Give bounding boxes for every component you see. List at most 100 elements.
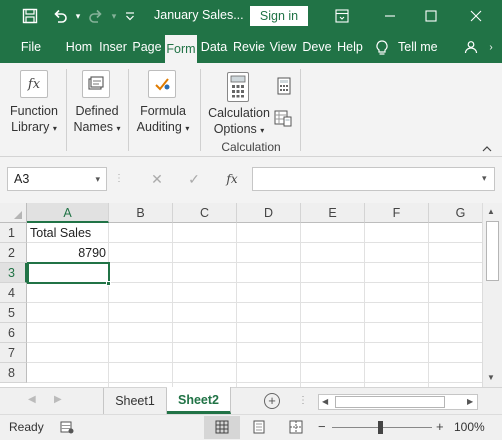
page-break-view-icon[interactable] (289, 420, 303, 434)
row-header-7[interactable]: 7 (0, 343, 27, 363)
vertical-scroll-thumb[interactable] (486, 221, 499, 281)
tab-formulas[interactable]: Form (165, 35, 197, 63)
normal-view-button[interactable] (204, 416, 240, 439)
next-sheet-icon[interactable]: ▶ (54, 394, 62, 405)
calculation-options-button[interactable]: Calculation Options ▾ (206, 105, 272, 139)
cell-a3-selected[interactable] (27, 262, 110, 284)
scroll-down-icon[interactable]: ▼ (487, 373, 495, 382)
cancel-entry-icon[interactable]: ✕ (148, 169, 166, 189)
function-library-button[interactable]: Function Library ▾ (4, 103, 64, 137)
page-layout-view-icon[interactable] (252, 420, 266, 434)
tab-help[interactable]: Help (335, 32, 365, 63)
zoom-slider-thumb[interactable] (378, 421, 383, 434)
chevron-down-icon: ▾ (185, 124, 190, 133)
cell-a1[interactable]: Total Sales (27, 223, 109, 243)
tab-home[interactable]: Hom (62, 32, 96, 63)
column-header-b[interactable]: B (109, 203, 173, 223)
tab-data[interactable]: Data (199, 32, 229, 63)
name-box-dropdown-icon[interactable]: ▾ (95, 168, 100, 190)
sheet-tabs-bar: ◀ ▶ Sheet1 Sheet2 + ⋮ ◀ ▶ (0, 387, 502, 414)
row-header-2[interactable]: 2 (0, 243, 27, 263)
zoom-out-button[interactable]: − (318, 419, 326, 434)
horizontal-scroll-thumb[interactable] (335, 396, 445, 408)
scroll-right-icon[interactable]: ▶ (467, 397, 473, 406)
calculate-now-icon[interactable] (276, 77, 292, 95)
ribbon-divider (200, 69, 201, 151)
scroll-left-icon[interactable]: ◀ (322, 397, 328, 406)
close-icon[interactable] (466, 6, 486, 26)
calculation-group-label: Calculation (221, 140, 281, 154)
tell-me-search[interactable]: Tell me (398, 32, 450, 63)
tab-view[interactable]: View (268, 32, 298, 63)
redo-icon[interactable] (86, 6, 106, 26)
formula-input[interactable] (252, 167, 495, 191)
save-icon[interactable] (20, 6, 40, 26)
vertical-scrollbar[interactable]: ▲ ▼ (482, 203, 502, 387)
confirm-entry-icon[interactable]: ✓ (185, 169, 203, 189)
maximize-icon[interactable] (421, 6, 441, 26)
formula-auditing-button[interactable]: Formula Auditing ▾ (130, 103, 196, 137)
prev-sheet-icon[interactable]: ◀ (28, 394, 36, 405)
name-manager-icon[interactable] (82, 70, 110, 98)
zoom-in-button[interactable]: + (436, 419, 444, 434)
share-icon[interactable] (462, 32, 480, 63)
tab-review[interactable]: Revie (232, 32, 266, 63)
tab-page-layout[interactable]: Page (132, 32, 162, 63)
macro-record-icon[interactable] (60, 420, 74, 434)
customize-icon[interactable] (120, 6, 140, 26)
formula-auditing-icon[interactable] (148, 70, 176, 98)
tab-insert[interactable]: Inser (98, 32, 128, 63)
row-header-4[interactable]: 4 (0, 283, 27, 303)
undo-icon[interactable] (50, 6, 70, 26)
chevron-down-icon: ▾ (260, 126, 265, 135)
undo-dropdown-icon[interactable]: ▾ (68, 6, 88, 26)
window-title: January Sales... (154, 8, 244, 22)
expand-formula-bar-icon[interactable]: ▾ (482, 173, 487, 184)
column-header-c[interactable]: C (173, 203, 237, 223)
column-header-g[interactable]: G (429, 203, 482, 223)
defined-names-button[interactable]: Defined Names ▾ (68, 103, 126, 137)
ribbon-divider (300, 69, 301, 151)
row-header-5[interactable]: 5 (0, 303, 27, 323)
minimize-icon[interactable] (380, 6, 400, 26)
title-bar: ▾ ▾ January Sales... Sign in (0, 0, 502, 32)
column-header-a[interactable]: A (27, 203, 109, 223)
ribbon-formulas: fx Function Library ▾ Defined Names ▾ Fo… (0, 63, 502, 157)
worksheet-grid[interactable]: A B C D E F G 1 2 3 4 5 6 7 8 Total Sale… (0, 203, 482, 387)
chevron-down-icon: ▾ (52, 124, 57, 133)
column-header-d[interactable]: D (237, 203, 301, 223)
zoom-level[interactable]: 100% (454, 420, 485, 434)
ribbon-display-icon[interactable] (332, 6, 352, 26)
column-header-e[interactable]: E (301, 203, 365, 223)
fill-handle[interactable] (106, 281, 111, 286)
select-all-button[interactable] (0, 203, 27, 223)
formula-bar-grip-icon[interactable]: ⋮ (114, 171, 124, 187)
scroll-up-icon[interactable]: ▲ (487, 207, 495, 216)
collapse-ribbon-icon[interactable] (481, 143, 493, 153)
calculator-icon[interactable] (227, 72, 249, 102)
insert-function-icon[interactable]: fx (20, 70, 48, 98)
tab-developer[interactable]: Deve (301, 32, 333, 63)
cell-a2[interactable]: 8790 (27, 243, 109, 263)
calculate-sheet-icon[interactable] (274, 109, 292, 127)
sign-in-button[interactable]: Sign in (250, 6, 308, 26)
ribbon-divider (128, 69, 129, 151)
lightbulb-icon[interactable] (372, 32, 392, 63)
status-bar: Ready − + 100% (0, 414, 502, 440)
horizontal-scrollbar[interactable]: ◀ ▶ (318, 394, 478, 410)
row-header-8[interactable]: 8 (0, 363, 27, 383)
tab-file[interactable]: File (10, 32, 52, 63)
row-header-3[interactable]: 3 (0, 263, 27, 283)
column-header-f[interactable]: F (365, 203, 429, 223)
tab-split-icon[interactable]: ⋮ (298, 395, 308, 406)
sheet-tab-sheet1[interactable]: Sheet1 (103, 388, 167, 414)
sheet-tab-sheet2[interactable]: Sheet2 (167, 387, 231, 414)
ribbon-scroll-right-icon[interactable]: › (484, 32, 498, 63)
row-header-1[interactable]: 1 (0, 223, 27, 243)
ribbon-divider (66, 69, 67, 151)
chevron-down-icon: ▾ (116, 124, 121, 133)
row-header-6[interactable]: 6 (0, 323, 27, 343)
add-sheet-icon[interactable]: + (264, 393, 280, 409)
insert-function-button[interactable]: fx (222, 169, 242, 189)
name-box[interactable]: A3 ▾ (7, 167, 107, 191)
